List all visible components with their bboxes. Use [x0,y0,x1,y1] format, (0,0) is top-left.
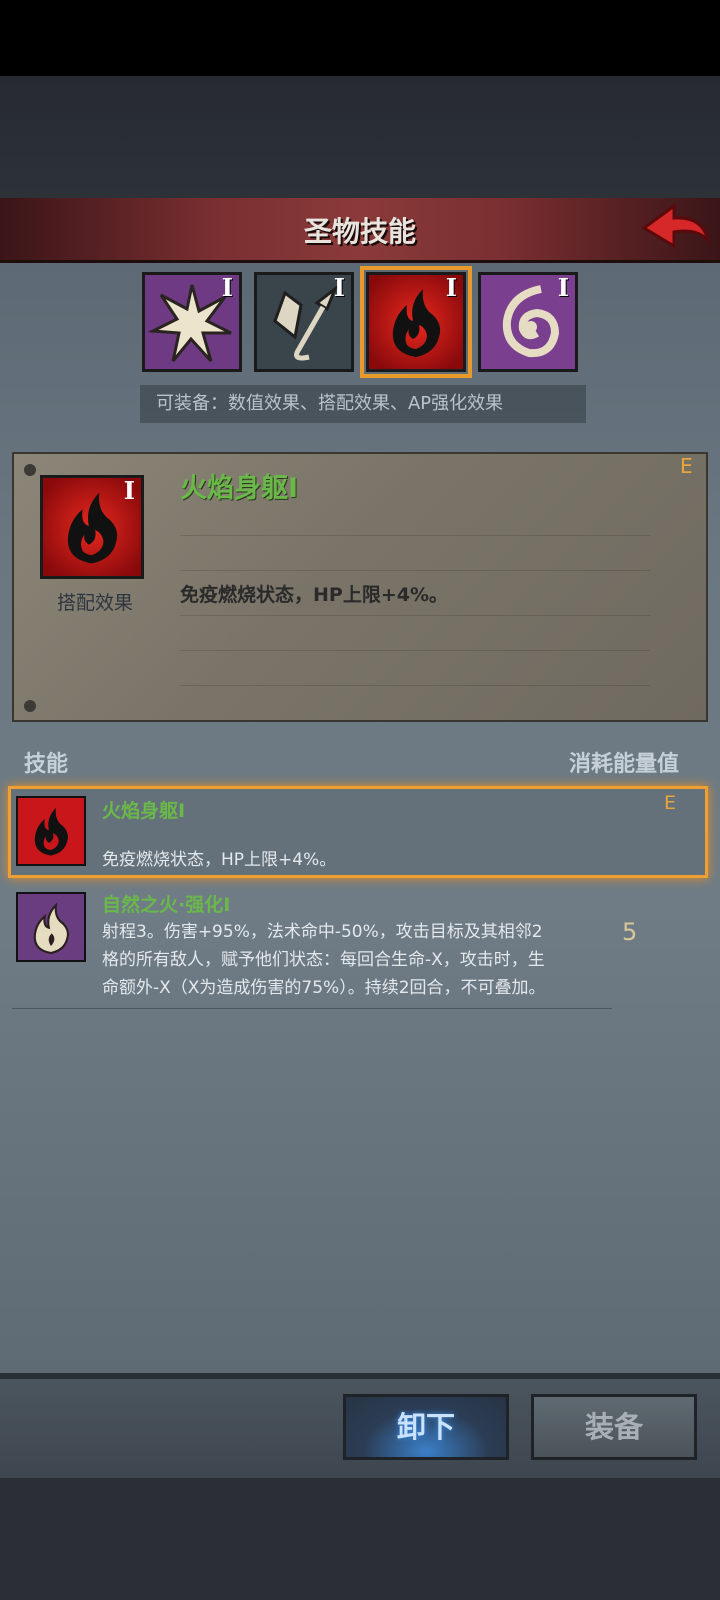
detail-description: 免疫燃烧状态，HP上限+4%。 [180,584,449,606]
top-backdrop [0,76,720,198]
relic-tab-swirl[interactable]: I [478,272,578,372]
detail-type: 搭配效果 [56,592,133,614]
card-rule [180,685,650,686]
relic-tab-flame[interactable]: I [360,266,472,378]
card-rule [180,615,650,616]
equip-button[interactable]: 装备 [531,1394,697,1460]
skill-name: 自然之火·强化I [102,894,231,916]
skill-icon [16,892,86,962]
tab-level: I [333,273,345,302]
relic-tab-burst[interactable]: I [142,272,242,372]
tab-level: I [221,273,233,302]
detail-name: 火焰身躯I [180,473,299,504]
detail-grade: E [680,454,693,478]
nature-flame-icon [18,894,84,960]
equip-note: 可装备：数值效果、搭配效果、AP强化效果 [140,385,586,423]
skill-icon [16,796,86,866]
unequip-button[interactable]: 卸下 [343,1394,509,1460]
page-title: 圣物技能 [303,215,416,248]
status-area [0,0,720,76]
skill-description: 射程3。伤害+95%，法术命中-50%，攻击目标及其相邻2 [102,922,543,942]
column-skill: 技能 [24,752,69,777]
relic-tab-crystal[interactable]: I [254,272,354,372]
skill-description: 格的所有敌人，赋予他们状态：每回合生命-X，攻击时，生 [102,950,545,970]
card-rule [180,535,650,536]
tab-level: I [445,273,457,302]
card-rule [180,650,650,651]
flame-icon [18,798,84,864]
tab-level: I [557,273,569,302]
rivet [24,464,36,476]
detail-skill-icon: I [40,475,144,579]
skill-description: 免疫燃烧状态，HP上限+4%。 [102,850,337,870]
skill-grade: E [664,792,677,814]
skill-description: 命额外-X（X为造成伤害的75%）。持续2回合，不可叠加。 [102,978,546,998]
row-divider [12,1008,612,1009]
back-arrow-icon [641,203,711,249]
column-cost: 消耗能量值 [569,752,680,777]
skill-cost: 5 [622,918,638,946]
bottom-backdrop [0,1478,720,1600]
card-rule [180,570,650,571]
rivet [24,700,36,712]
skill-name: 火焰身躯I [102,800,186,822]
detail-level: I [123,476,135,505]
back-button[interactable] [640,200,712,256]
